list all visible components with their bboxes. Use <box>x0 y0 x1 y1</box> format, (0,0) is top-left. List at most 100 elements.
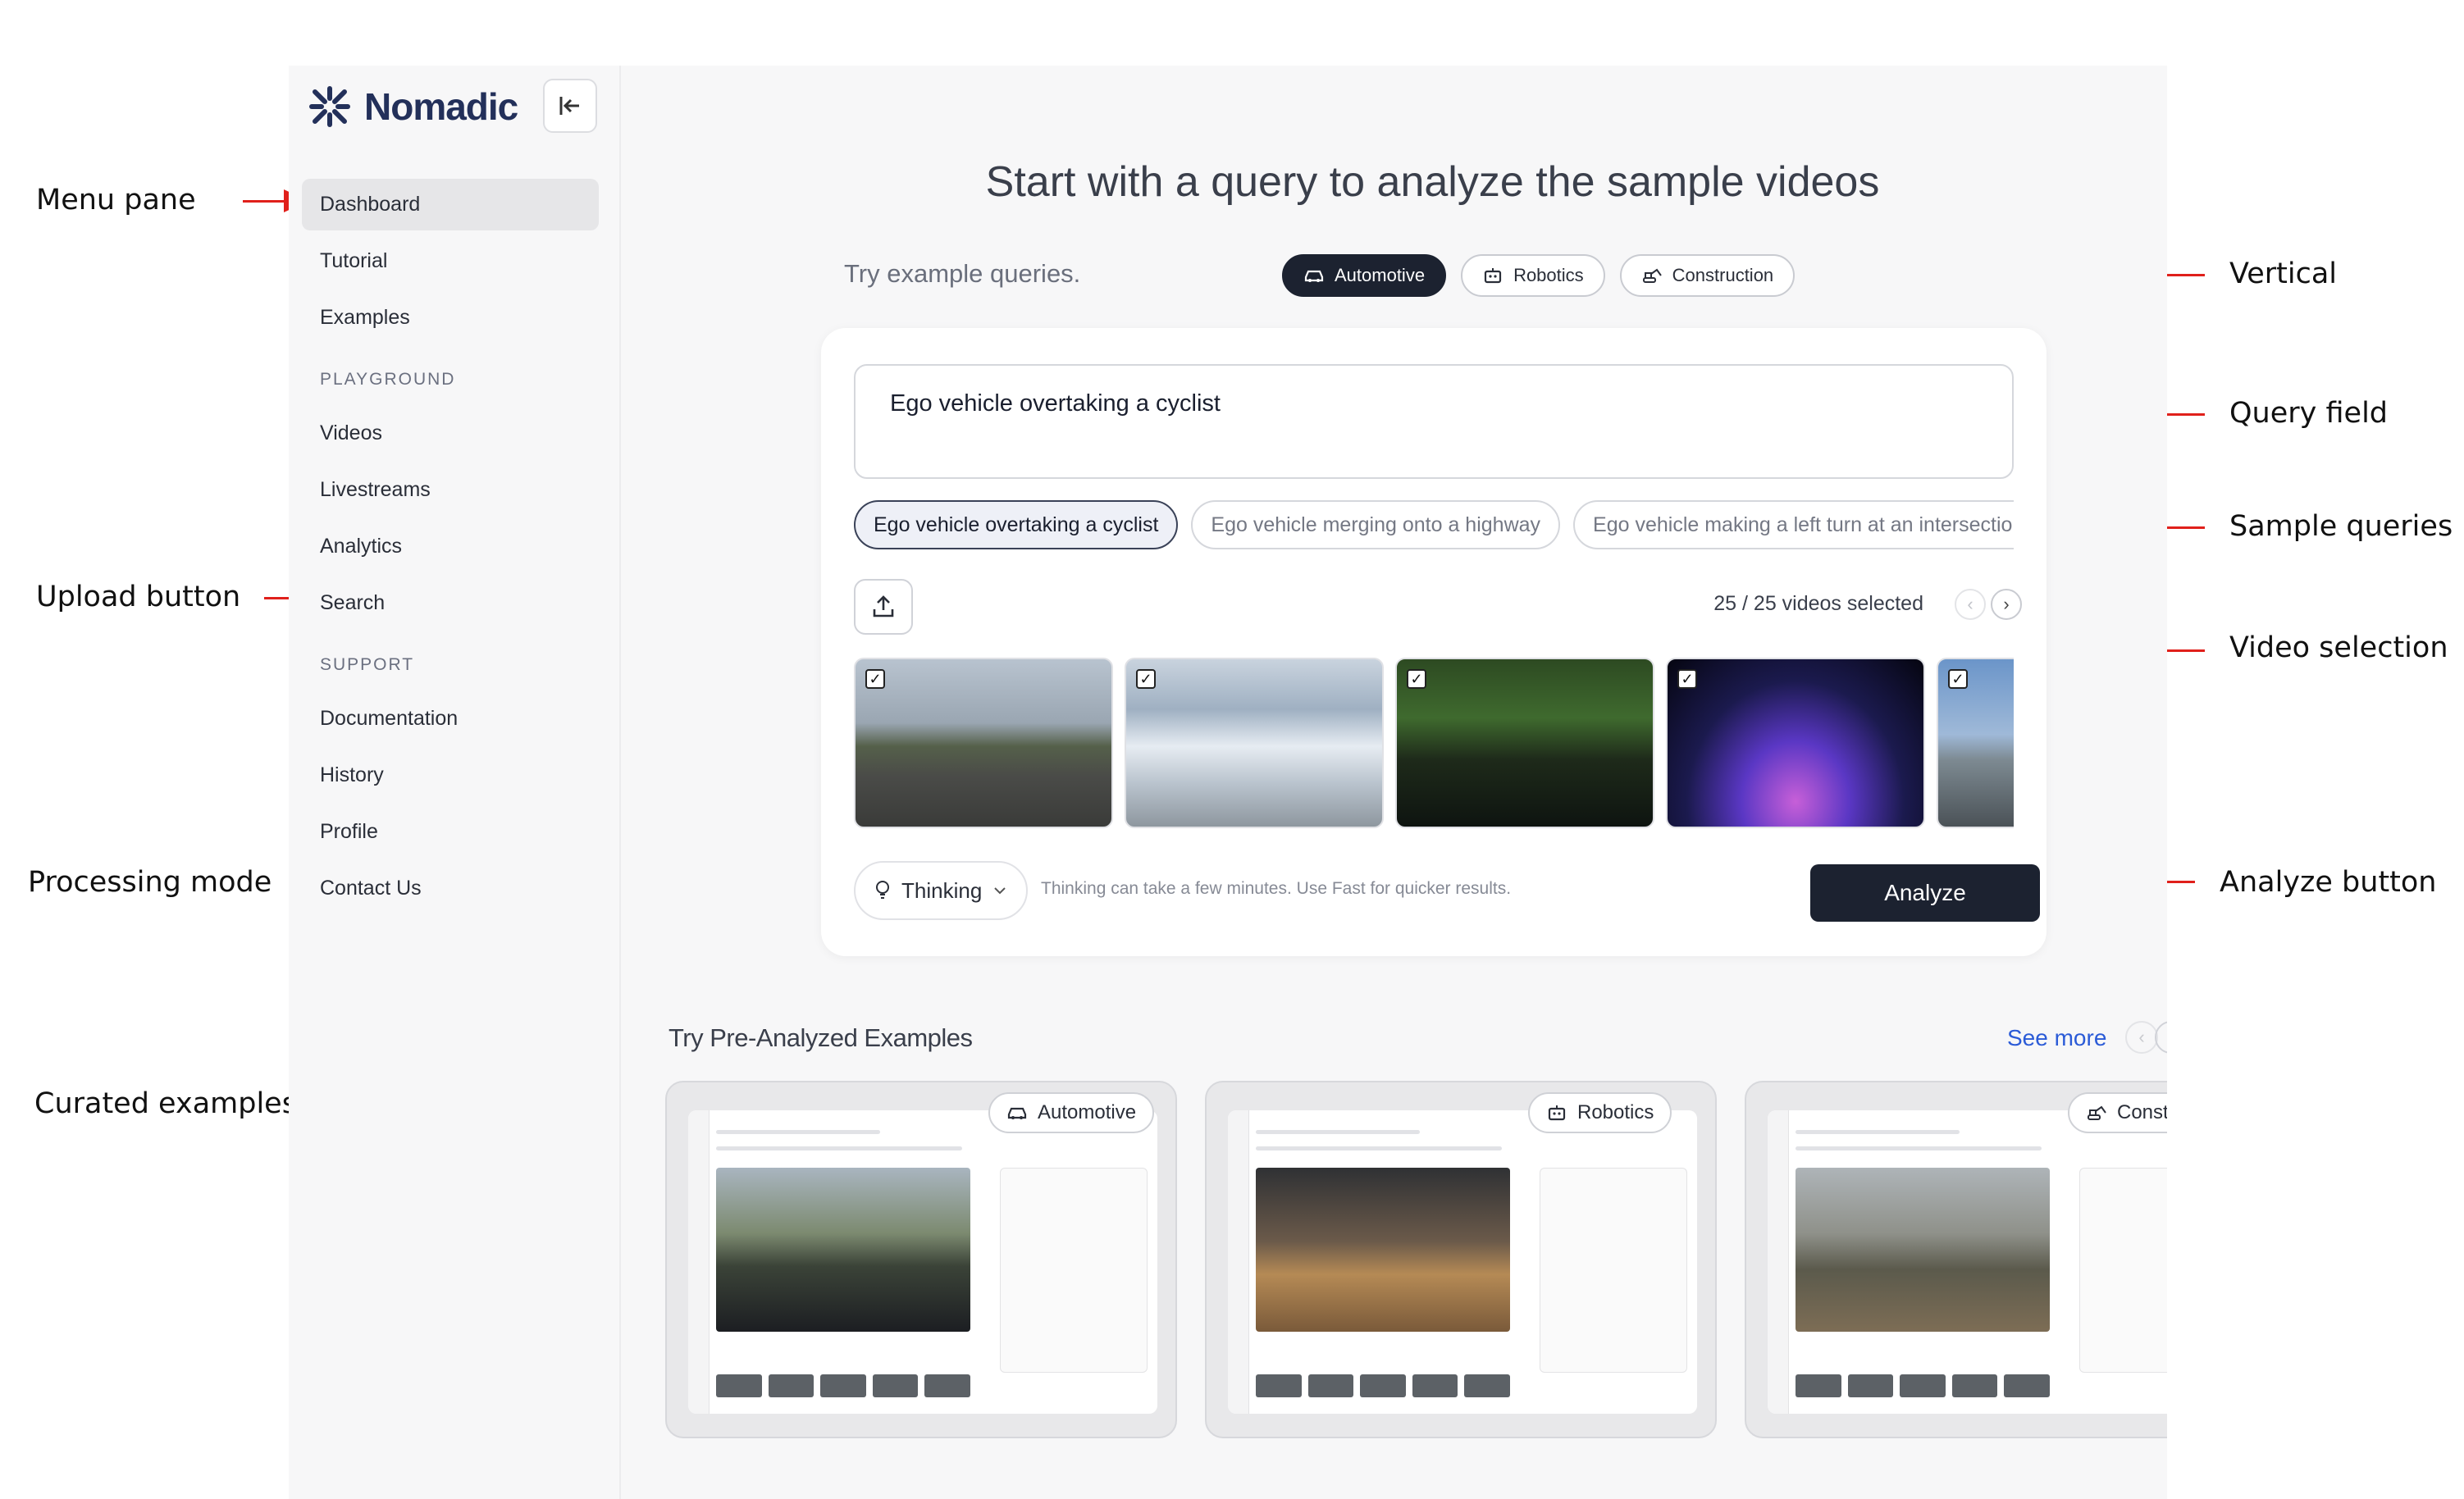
sidebar-item-profile[interactable]: Profile <box>302 806 599 858</box>
vertical-chip-label: Robotics <box>1513 265 1584 285</box>
sidebar-item-history[interactable]: History <box>302 750 599 801</box>
example-results-panel <box>2079 1168 2167 1373</box>
example-thumbnail-strip <box>716 1374 970 1397</box>
sidebar-item-livestreams[interactable]: Livestreams <box>302 464 599 516</box>
examples-next-button[interactable]: › <box>2155 1021 2167 1054</box>
sample-query-chip[interactable]: Ego vehicle overtaking a cyclist <box>854 500 1179 549</box>
query-field[interactable]: Ego vehicle overtaking a cyclist <box>854 364 2014 479</box>
sample-queries: Ego vehicle overtaking a cyclist Ego veh… <box>854 500 2014 553</box>
example-tag: Robotics <box>1528 1092 1672 1133</box>
example-tag-label: Robotics <box>1577 1101 1654 1123</box>
annotation-upload-button: Upload button <box>36 581 241 613</box>
car-icon <box>1007 1107 1027 1119</box>
example-screenshot <box>1768 1110 2167 1414</box>
collapse-sidebar-button[interactable] <box>543 79 597 133</box>
sample-query-chip[interactable]: Ego vehicle merging onto a highway <box>1191 500 1561 549</box>
example-video-frame <box>716 1168 970 1332</box>
upload-button[interactable] <box>854 579 913 635</box>
upload-icon <box>873 595 894 617</box>
excavator-icon <box>2088 1105 2106 1120</box>
sample-query-chip[interactable]: Ego vehicle making a left turn at an int… <box>1573 500 2014 549</box>
vertical-selector: Automotive Robotics Construction <box>1282 254 1796 297</box>
analyze-button[interactable]: Analyze <box>1810 864 2040 922</box>
chevron-left-icon: ‹ <box>1967 594 1973 614</box>
example-screenshot-sidebar <box>1768 1110 1789 1414</box>
annotation-sample-queries: Sample queries <box>2229 510 2453 543</box>
video-prev-button[interactable]: ‹ <box>1955 589 1986 620</box>
example-screenshot <box>1228 1110 1697 1414</box>
annotation-video-selection: Video selection <box>2229 631 2448 664</box>
annotation-query-field: Query field <box>2229 397 2389 430</box>
example-card-automotive[interactable]: Automotive <box>665 1081 1177 1438</box>
car-icon <box>1304 270 1324 282</box>
sidebar-item-videos[interactable]: Videos <box>302 408 599 459</box>
curated-examples: Automotive Robotics Cons <box>665 1081 2167 1438</box>
vertical-chip-label: Construction <box>1672 265 1774 285</box>
annotation-vertical: Vertical <box>2229 257 2338 290</box>
video-thumbnail[interactable]: ✓ <box>1125 658 1384 828</box>
vertical-chip-automotive[interactable]: Automotive <box>1282 254 1447 297</box>
app-window: Nomadic Dashboard Tutorial Examples PLAY… <box>289 66 2167 1499</box>
pre-analyzed-title: Try Pre-Analyzed Examples <box>668 1023 973 1052</box>
sidebar-item-dashboard[interactable]: Dashboard <box>302 179 599 230</box>
example-tag: Automotive <box>988 1092 1155 1133</box>
brand-logo[interactable]: Nomadic <box>307 84 518 130</box>
collapse-left-icon <box>559 97 579 115</box>
example-video-frame <box>1256 1168 1510 1332</box>
sidebar-item-examples[interactable]: Examples <box>302 292 599 344</box>
processing-mode-dropdown[interactable]: Thinking <box>854 861 1029 920</box>
sidebar-item-documentation[interactable]: Documentation <box>302 693 599 745</box>
chevron-down-icon <box>994 887 1006 895</box>
video-thumbnail[interactable]: ✓ <box>854 658 1113 828</box>
annotation-processing-mode: Processing mode <box>28 866 272 899</box>
example-thumbnail-strip <box>1256 1374 1510 1397</box>
video-selection: ✓ ✓ ✓ ✓ ✓ <box>854 658 2014 828</box>
sidebar-item-tutorial[interactable]: Tutorial <box>302 235 599 287</box>
example-screenshot-line <box>1256 1146 1502 1150</box>
example-screenshot-line <box>1796 1146 2042 1150</box>
example-results-panel <box>1540 1168 1687 1373</box>
video-next-button[interactable]: › <box>1991 589 2022 620</box>
annotation-analyze-button: Analyze button <box>2220 866 2437 899</box>
page-title: Start with a query to analyze the sample… <box>985 158 1880 206</box>
checkbox-checked-icon[interactable]: ✓ <box>1407 669 1426 689</box>
lightbulb-icon <box>876 881 889 899</box>
menu-pane: Nomadic Dashboard Tutorial Examples PLAY… <box>289 66 621 1499</box>
video-thumbnail[interactable]: ✓ <box>1395 658 1654 828</box>
video-thumbnail[interactable]: ✓ <box>1937 658 2014 828</box>
checkbox-checked-icon[interactable]: ✓ <box>1948 669 1968 689</box>
video-thumbnail[interactable]: ✓ <box>1666 658 1925 828</box>
processing-mode-label: Thinking <box>901 877 983 903</box>
example-screenshot <box>688 1110 1157 1414</box>
examples-prev-button[interactable]: ‹ <box>2125 1021 2158 1054</box>
vertical-chip-robotics[interactable]: Robotics <box>1461 254 1605 297</box>
processing-mode-hint: Thinking can take a few minutes. Use Fas… <box>1041 879 1512 898</box>
chevron-left-icon: ‹ <box>2138 1027 2145 1047</box>
example-thumbnail-strip <box>1796 1374 2050 1397</box>
example-screenshot-line <box>716 1130 880 1134</box>
example-card-construction[interactable]: Construction <box>1745 1081 2167 1438</box>
see-more-link[interactable]: See more <box>2007 1025 2106 1051</box>
sidebar-item-analytics[interactable]: Analytics <box>302 521 599 572</box>
checkbox-checked-icon[interactable]: ✓ <box>865 669 885 689</box>
sidebar-item-contact-us[interactable]: Contact Us <box>302 863 599 914</box>
example-card-robotics[interactable]: Robotics <box>1205 1081 1717 1438</box>
example-screenshot-sidebar <box>688 1110 710 1414</box>
video-selection-count: 25 / 25 videos selected <box>1713 592 1923 615</box>
example-screenshot-line <box>1796 1130 1960 1134</box>
checkbox-checked-icon[interactable]: ✓ <box>1136 669 1156 689</box>
annotation-menu-pane: Menu pane <box>36 184 196 216</box>
annotation-curated-examples: Curated examples <box>34 1087 297 1120</box>
robot-icon <box>1484 268 1502 284</box>
vertical-chip-construction[interactable]: Construction <box>1619 254 1796 297</box>
example-screenshot-line <box>716 1146 962 1150</box>
sidebar-nav: Dashboard Tutorial Examples PLAYGROUND V… <box>302 179 599 919</box>
chevron-right-icon: › <box>2003 594 2010 614</box>
example-tag-label: Automotive <box>1038 1101 1137 1123</box>
sidebar-item-search[interactable]: Search <box>302 577 599 629</box>
checkbox-checked-icon[interactable]: ✓ <box>1677 669 1697 689</box>
sidebar-section-support: SUPPORT <box>320 655 415 674</box>
example-results-panel <box>1000 1168 1148 1373</box>
brand-name: Nomadic <box>364 85 518 128</box>
example-tag-label: Construction <box>2117 1101 2167 1123</box>
